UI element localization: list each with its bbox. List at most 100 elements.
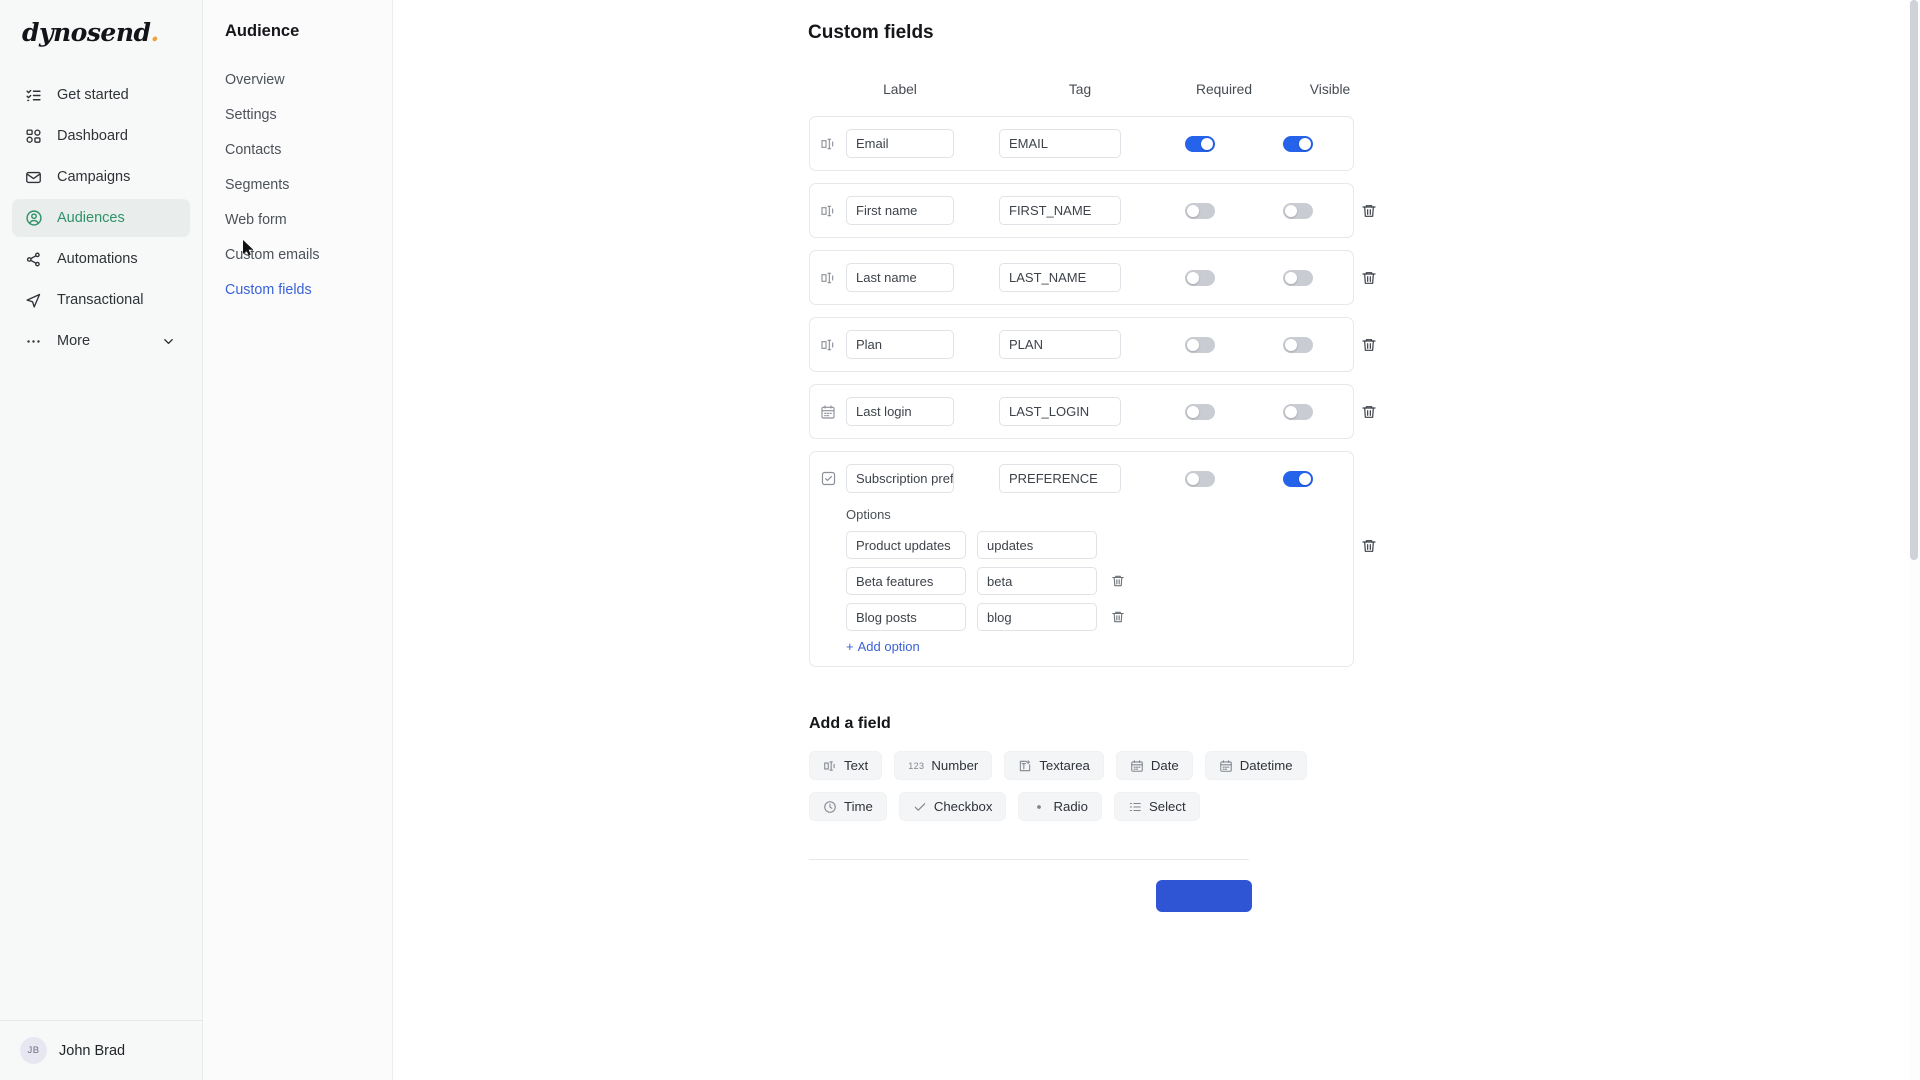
sidebar-item-dashboard[interactable]: Dashboard xyxy=(12,117,190,155)
delete-field-icon[interactable] xyxy=(1361,270,1377,286)
delete-field-icon[interactable] xyxy=(1361,404,1377,420)
required-toggle-wrap xyxy=(1145,470,1255,487)
delete-option-icon[interactable] xyxy=(1111,610,1125,624)
sidebar-item-label: Transactional xyxy=(57,292,144,308)
subnav-item-settings[interactable]: Settings xyxy=(225,101,392,129)
option-tag-input[interactable]: blog xyxy=(977,603,1097,631)
bottom-divider xyxy=(809,859,1249,860)
add-option-button[interactable]: + Add option xyxy=(846,639,1353,654)
field-tag-input[interactable]: LAST_LOGIN xyxy=(999,397,1121,426)
delete-field-icon[interactable] xyxy=(1361,337,1377,353)
secondary-sidebar: Audience Overview Settings Contacts Segm… xyxy=(203,0,393,1080)
field-tag-input[interactable]: LAST_NAME xyxy=(999,263,1121,292)
visible-toggle[interactable] xyxy=(1283,336,1313,353)
option-label-input[interactable]: Product updates xyxy=(846,531,966,559)
visible-toggle-wrap xyxy=(1255,403,1341,420)
required-toggle[interactable] xyxy=(1185,269,1215,286)
add-field-time-button[interactable]: Time xyxy=(809,792,887,821)
option-label-input[interactable]: Beta features xyxy=(846,567,966,595)
required-toggle[interactable] xyxy=(1185,202,1215,219)
calendar-icon xyxy=(810,404,846,420)
column-header-required: Required xyxy=(1196,81,1252,97)
sidebar-item-get-started[interactable]: Get started xyxy=(12,76,190,114)
column-header-label: Label xyxy=(883,81,917,97)
sidebar-item-more[interactable]: More xyxy=(12,322,190,360)
visible-toggle[interactable] xyxy=(1283,135,1313,152)
delete-field-icon[interactable] xyxy=(1361,203,1377,219)
sidebar-item-label: More xyxy=(57,333,91,349)
sidebar-item-audiences[interactable]: Audiences xyxy=(12,199,190,237)
add-option-label: Add option xyxy=(857,639,920,654)
delete-field-icon[interactable] xyxy=(1361,538,1377,554)
paper-plane-icon xyxy=(24,291,43,310)
field-label-input[interactable]: Last login xyxy=(846,397,954,426)
subnav-item-contacts[interactable]: Contacts xyxy=(225,136,392,164)
sidebar-item-label: Automations xyxy=(57,251,138,267)
chip-label: Checkbox xyxy=(933,799,993,814)
text-field-icon xyxy=(823,759,837,773)
sidebar-item-automations[interactable]: Automations xyxy=(12,240,190,278)
visible-toggle-wrap xyxy=(1255,135,1341,152)
option-tag-input[interactable]: updates xyxy=(977,531,1097,559)
sidebar-user-profile[interactable]: JB John Brad xyxy=(0,1020,202,1080)
subnav-item-web-form[interactable]: Web form xyxy=(225,206,392,234)
field-row: Email EMAIL xyxy=(809,116,1354,171)
field-tag-input[interactable]: FIRST_NAME xyxy=(999,196,1121,225)
envelope-icon xyxy=(24,168,43,187)
save-button[interactable] xyxy=(1156,880,1252,912)
text-field-icon xyxy=(810,203,846,219)
chip-label: Time xyxy=(844,799,873,814)
field-label-input[interactable]: Subscription preferen xyxy=(846,464,954,493)
visible-toggle[interactable] xyxy=(1283,202,1313,219)
field-label-input[interactable]: Last name xyxy=(846,263,954,292)
sidebar-item-campaigns[interactable]: Campaigns xyxy=(12,158,190,196)
scrollbar-thumb[interactable] xyxy=(1910,0,1918,560)
field-row: Subscription preferen PREFERENCE Options… xyxy=(809,451,1376,667)
visible-toggle[interactable] xyxy=(1283,403,1313,420)
visible-toggle[interactable] xyxy=(1283,269,1313,286)
add-field-text-button[interactable]: Text xyxy=(809,751,883,780)
check-icon xyxy=(913,800,927,814)
field-type-row-1: Text 123 Number Textarea Date Datetime xyxy=(809,751,1920,780)
required-toggle[interactable] xyxy=(1185,135,1215,152)
add-field-radio-button[interactable]: Radio xyxy=(1018,792,1102,821)
add-field-date-button[interactable]: Date xyxy=(1115,751,1193,780)
add-field-number-button[interactable]: 123 Number xyxy=(894,751,993,780)
subnav-item-segments[interactable]: Segments xyxy=(225,171,392,199)
subnav-item-custom-emails[interactable]: Custom emails xyxy=(225,241,392,269)
options-section: Options Product updates updates Beta fea… xyxy=(810,507,1353,654)
field-tag-input[interactable]: EMAIL xyxy=(999,129,1121,158)
list-check-icon xyxy=(24,86,43,105)
brand-name: dynosend xyxy=(22,18,151,47)
option-tag-input[interactable]: beta xyxy=(977,567,1097,595)
delete-option-icon[interactable] xyxy=(1111,574,1125,588)
subnav-title: Audience xyxy=(225,22,300,40)
field-label-input[interactable]: Email xyxy=(846,129,954,158)
option-label-input[interactable]: Blog posts xyxy=(846,603,966,631)
field-label-input[interactable]: Plan xyxy=(846,330,954,359)
chip-label: Datetime xyxy=(1239,758,1293,773)
required-toggle[interactable] xyxy=(1185,470,1215,487)
add-field-textarea-button[interactable]: Textarea xyxy=(1004,751,1104,780)
subnav-item-overview[interactable]: Overview xyxy=(225,66,392,94)
main-content: Custom fields Label Tag Required Visible… xyxy=(393,0,1920,1080)
brand-logo[interactable]: dynosend. xyxy=(0,0,202,62)
field-tag-input[interactable]: PREFERENCE xyxy=(999,464,1121,493)
add-field-select-button[interactable]: Select xyxy=(1113,792,1200,821)
add-field-datetime-button[interactable]: Datetime xyxy=(1204,751,1307,780)
add-field-checkbox-button[interactable]: Checkbox xyxy=(898,792,1007,821)
plus-icon: + xyxy=(846,639,854,654)
visible-toggle[interactable] xyxy=(1283,470,1313,487)
visible-toggle-wrap xyxy=(1255,336,1341,353)
sidebar-item-transactional[interactable]: Transactional xyxy=(12,281,190,319)
required-toggle[interactable] xyxy=(1185,336,1215,353)
field-row: First name FIRST_NAME xyxy=(809,183,1376,238)
required-toggle-wrap xyxy=(1145,135,1255,152)
field-label-input[interactable]: First name xyxy=(846,196,954,225)
subnav-item-custom-fields[interactable]: Custom fields xyxy=(225,276,392,304)
required-toggle[interactable] xyxy=(1185,403,1215,420)
field-tag-input[interactable]: PLAN xyxy=(999,330,1121,359)
ellipsis-icon xyxy=(24,332,43,351)
page-scrollbar[interactable] xyxy=(1909,0,1920,1080)
